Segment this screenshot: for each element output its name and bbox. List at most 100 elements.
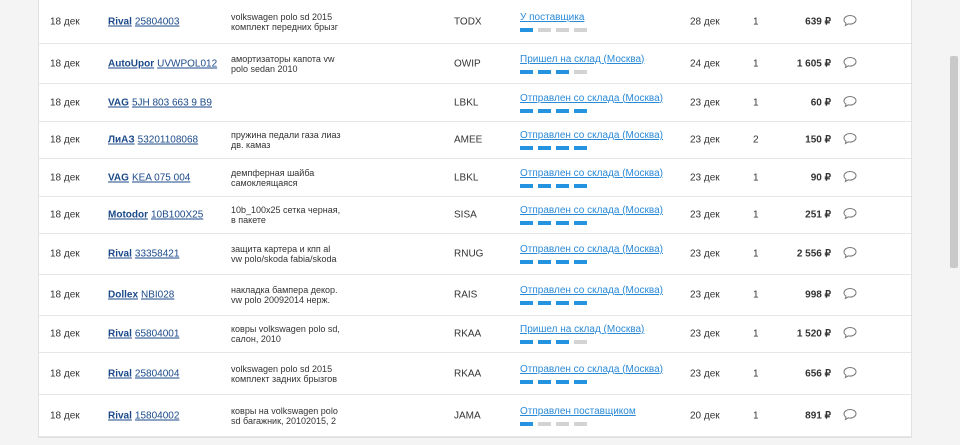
supplier-code: SISA: [454, 209, 477, 221]
supplier-code: RKAA: [454, 328, 482, 340]
status-progress: [520, 146, 663, 150]
order-row: 18 дек Rival 25804004 volkswagen polo sd 20…: [39, 353, 911, 395]
order-date: 18 дек: [50, 97, 80, 108]
status-progress: [520, 27, 587, 32]
status-link[interactable]: У поставщика: [520, 12, 587, 23]
brand-link[interactable]: VAG: [108, 97, 129, 108]
brand-link[interactable]: ЛиАЗ: [108, 135, 135, 146]
order-date: 18 дек: [50, 289, 80, 301]
comment-icon[interactable]: [843, 207, 857, 223]
progress-step: [538, 27, 551, 32]
quantity: 1: [753, 248, 759, 260]
status-link[interactable]: Отправлен со склада (Москва): [520, 205, 663, 216]
progress-step: [538, 221, 551, 225]
status-link[interactable]: Отправлен со склада (Москва): [520, 244, 663, 255]
status-progress: [520, 379, 663, 384]
part-number: Rival 15804002: [108, 410, 179, 421]
part-description: ковры на volkswagen polo sd багажник, 20…: [231, 405, 338, 426]
quantity: 1: [753, 289, 759, 301]
quantity: 1: [753, 328, 759, 340]
progress-step: [538, 146, 551, 150]
order-row: 18 дек Rival 15804002 ковры на volkswagen p…: [39, 395, 911, 437]
order-status: Отправлен поставщиком: [520, 406, 636, 426]
status-link[interactable]: Отправлен со склада (Москва): [520, 285, 663, 296]
status-link[interactable]: Отправлен поставщиком: [520, 406, 636, 417]
delivery-date: 23 дек: [690, 172, 720, 183]
comment-icon[interactable]: [843, 366, 857, 381]
progress-step: [574, 260, 587, 264]
article-link[interactable]: 10B100X25: [151, 210, 203, 221]
part-description: пружина педали газа лиаз дв. камаз: [231, 130, 341, 150]
orders-table: 18 дек Rival 25804003 volkswagen polo sd 20…: [38, 0, 912, 438]
progress-step: [520, 301, 533, 305]
article-link[interactable]: 65804001: [135, 329, 180, 340]
supplier-code: RKAA: [454, 368, 482, 379]
comment-icon[interactable]: [843, 56, 857, 71]
delivery-date: 23 дек: [690, 134, 720, 146]
order-status: Пришел на склад (Москва): [520, 54, 644, 74]
order-status: Отправлен со склада (Москва): [520, 93, 663, 113]
progress-step: [520, 221, 533, 225]
delivery-date: 28 дек: [690, 16, 720, 27]
order-row: 18 дек Rival 33358421 защита картера и кпп …: [39, 234, 911, 275]
comment-icon[interactable]: [843, 14, 857, 29]
progress-step: [556, 146, 569, 150]
progress-step: [574, 183, 587, 188]
article-link[interactable]: UVWPOL012: [157, 58, 217, 69]
brand-link[interactable]: VAG: [108, 172, 129, 183]
brand-link[interactable]: Rival: [108, 410, 132, 421]
order-row: 18 дек Motodor 10B100X25 10b_100x25 сетка ч…: [39, 197, 911, 234]
quantity: 2: [753, 134, 759, 146]
price: 60 ₽: [810, 97, 831, 108]
progress-step: [520, 379, 533, 384]
article-link[interactable]: NBI028: [141, 290, 174, 301]
status-link[interactable]: Отправлен со склада (Москва): [520, 364, 663, 375]
comment-icon[interactable]: [843, 246, 857, 262]
price: 1 520 ₽: [796, 328, 831, 340]
article-link[interactable]: KEA 075 004: [132, 172, 190, 183]
article-link[interactable]: 53201108068: [138, 135, 198, 146]
progress-step: [538, 379, 551, 384]
progress-step: [574, 379, 587, 384]
status-link[interactable]: Пришел на склад (Москва): [520, 324, 644, 335]
status-link[interactable]: Отправлен со склада (Москва): [520, 130, 663, 141]
order-row: 18 дек VAG 5JH 803 663 9 B9 LBKL Отправлен с…: [39, 84, 911, 122]
status-link[interactable]: Отправлен со склада (Москва): [520, 93, 663, 104]
article-link[interactable]: 25804004: [135, 368, 180, 379]
brand-link[interactable]: Rival: [108, 249, 132, 260]
order-status: Отправлен со склада (Москва): [520, 244, 663, 264]
comment-icon[interactable]: [843, 132, 857, 148]
brand-link[interactable]: Motodor: [108, 210, 148, 221]
status-link[interactable]: Отправлен со склада (Москва): [520, 168, 663, 179]
comment-icon[interactable]: [843, 287, 857, 303]
comment-icon[interactable]: [843, 170, 857, 185]
brand-link[interactable]: AutoUpor: [108, 58, 154, 69]
article-link[interactable]: 25804003: [135, 16, 180, 27]
article-link[interactable]: 15804002: [135, 410, 180, 421]
article-link[interactable]: 5JH 803 663 9 B9: [132, 97, 212, 108]
supplier-code: LBKL: [454, 97, 479, 108]
brand-link[interactable]: Rival: [108, 16, 132, 27]
status-progress: [520, 69, 644, 74]
comment-icon[interactable]: [843, 408, 857, 423]
progress-step: [538, 69, 551, 74]
scrollbar[interactable]: [950, 56, 958, 268]
order-row: 18 дек VAG KEA 075 004 демпферная шайба сам…: [39, 159, 911, 197]
part-description: 10b_100x25 сетка черная, в пакете: [231, 205, 341, 225]
progress-step: [574, 146, 587, 150]
article-link[interactable]: 33358421: [135, 249, 180, 260]
progress-step: [520, 183, 533, 188]
comment-icon[interactable]: [843, 326, 857, 342]
brand-link[interactable]: Rival: [108, 329, 132, 340]
comment-icon[interactable]: [843, 95, 857, 110]
order-date: 18 дек: [50, 209, 80, 221]
progress-step: [556, 221, 569, 225]
quantity: 1: [753, 58, 759, 69]
delivery-date: 20 дек: [690, 410, 720, 421]
part-description: амортизаторы капота vw polo sedan 2010: [231, 53, 335, 74]
delivery-date: 23 дек: [690, 368, 720, 379]
brand-link[interactable]: Rival: [108, 368, 132, 379]
status-link[interactable]: Пришел на склад (Москва): [520, 54, 644, 65]
brand-link[interactable]: Dollex: [108, 290, 138, 301]
order-row: 18 дек AutoUpor UVWPOL012 амортизаторы капо…: [39, 44, 911, 84]
